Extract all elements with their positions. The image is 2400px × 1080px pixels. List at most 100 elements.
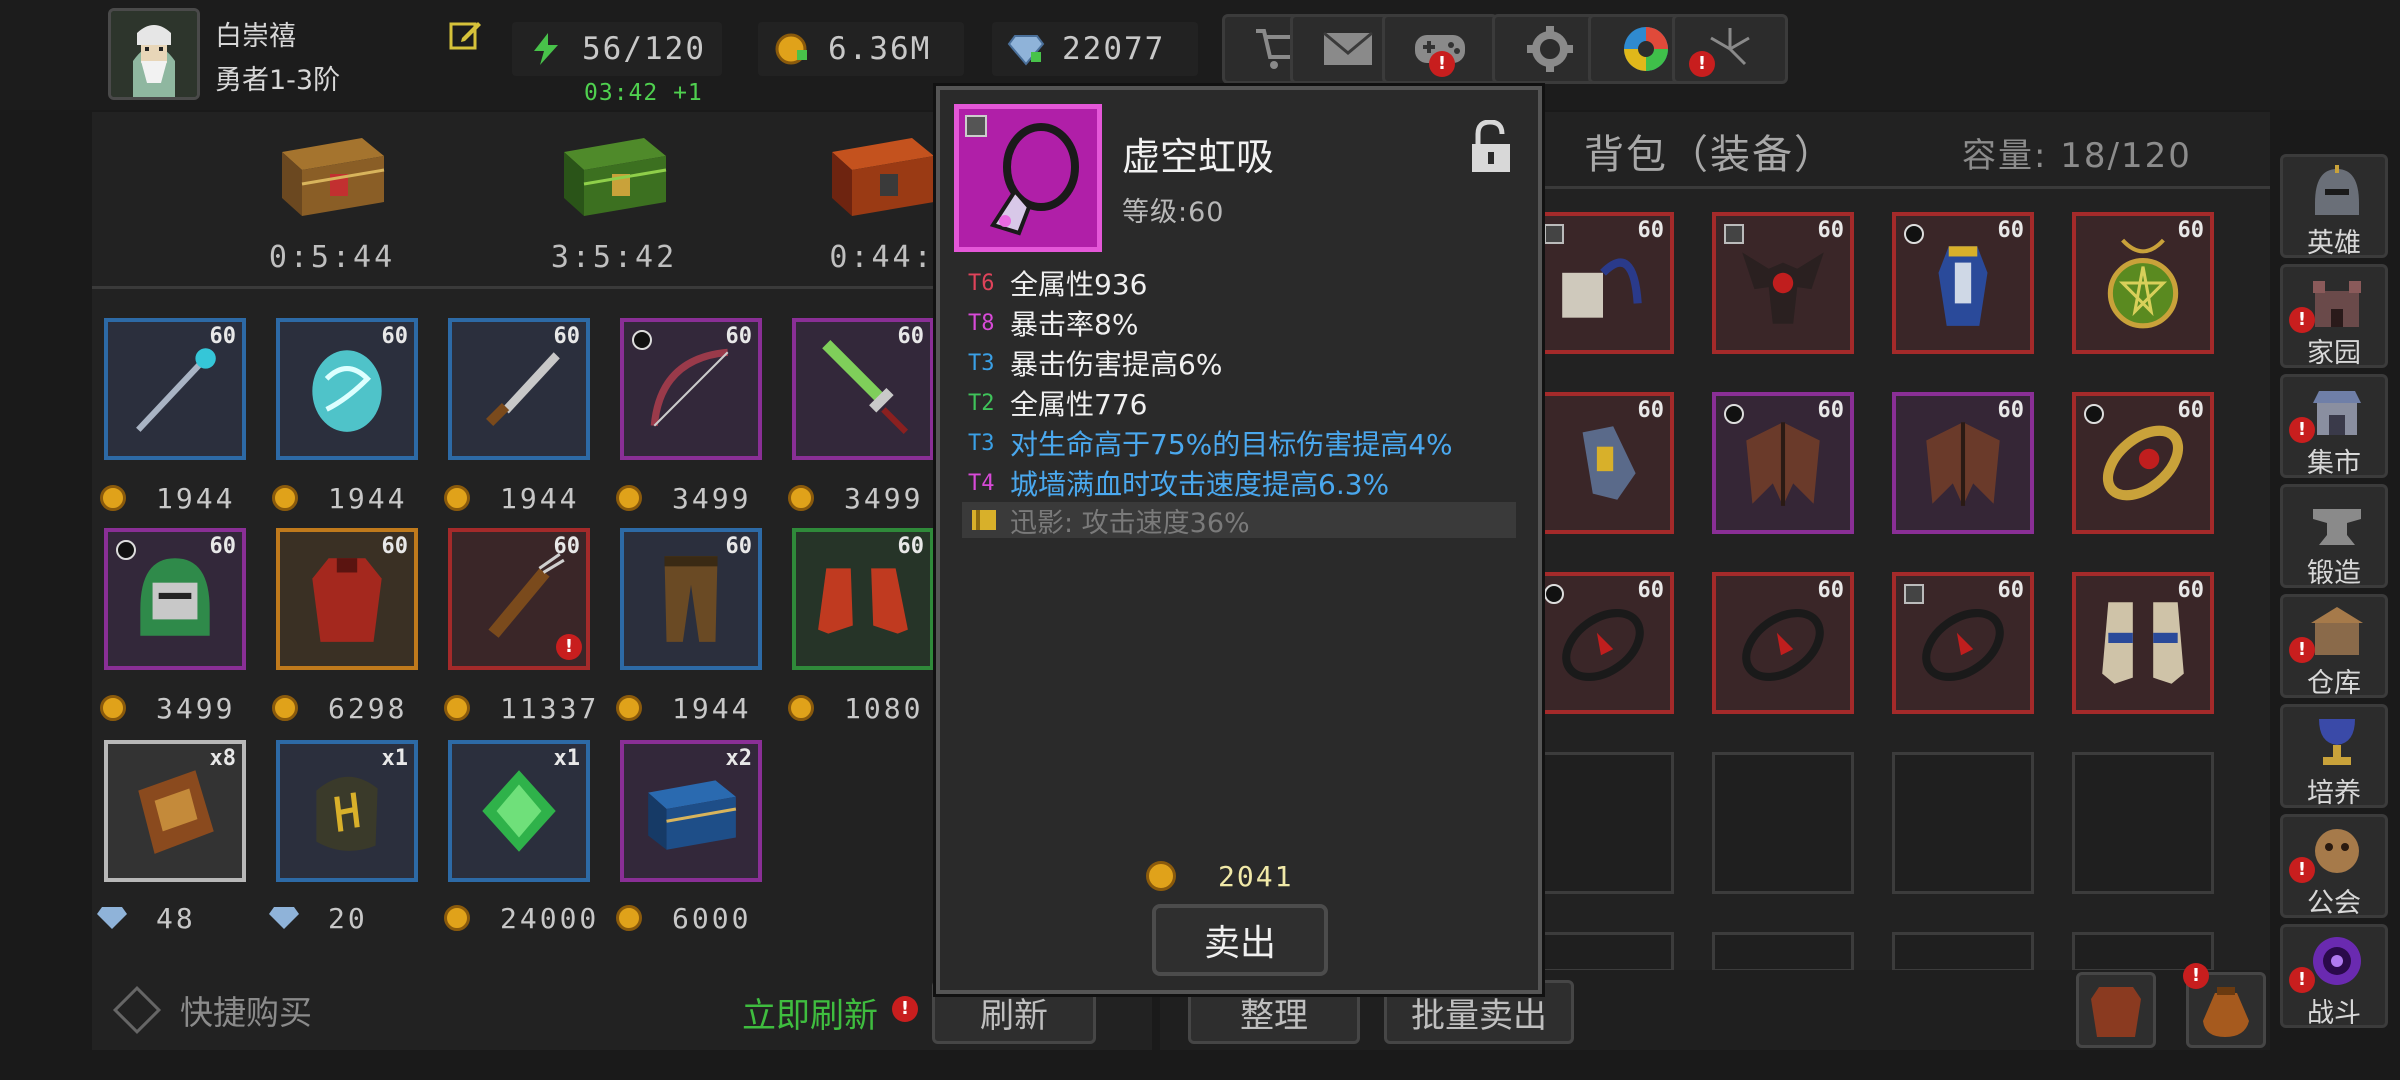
item-icon-frame <box>954 104 1102 252</box>
lightning-icon <box>526 29 566 69</box>
nav-alert-badge: ! <box>2289 637 2315 663</box>
whip-ring-icon <box>1562 609 1644 682</box>
gear-icon <box>1521 24 1579 74</box>
shop-item-dagger[interactable]: 60 <box>448 318 590 460</box>
edit-name-icon[interactable] <box>448 18 482 52</box>
nav-hero[interactable]: 英雄 <box>2280 154 2388 259</box>
shop-item-pants[interactable]: 60 <box>620 528 762 670</box>
nav-label: 战斗 <box>2307 998 2361 1029</box>
affix-row: T3 对生命高于75%的目标伤害提高4% <box>968 424 1453 462</box>
shop-price: 1944 <box>616 690 751 726</box>
sell-button[interactable]: 卖出 <box>1152 904 1328 976</box>
shop-item-book[interactable]: x8 <box>104 740 246 882</box>
bag-item-ring[interactable]: 60 <box>2072 392 2214 534</box>
bag-item-whip-2[interactable]: 60 <box>1712 572 1854 714</box>
bag-item-cloak-1[interactable]: 60 <box>1712 392 1854 534</box>
nav-warehouse[interactable]: ! 仓库 <box>2280 594 2388 699</box>
bow-icon <box>650 348 729 427</box>
equipment-filter-button[interactable] <box>2076 972 2156 1048</box>
shop-item-bow[interactable]: 60 <box>620 318 762 460</box>
nav-label: 锻造 <box>2307 558 2361 589</box>
pentagram-amulet-icon <box>2107 238 2179 329</box>
nav-guild[interactable]: ! 公会 <box>2280 814 2388 919</box>
chest-timer: 0:44: <box>829 240 935 275</box>
gauntlet-icon <box>1582 426 1636 500</box>
bag-item-cloak-2[interactable]: 60 <box>1892 392 2034 534</box>
refresh-now-link[interactable]: 立即刷新 <box>742 988 878 1037</box>
gold-bracer-icon <box>2102 425 2184 501</box>
red-robe-icon <box>312 558 382 642</box>
chest-flame[interactable]: 0:44: <box>812 122 952 275</box>
unlock-icon[interactable] <box>1468 119 1514 174</box>
shop-item-sword[interactable]: 60 <box>792 318 934 460</box>
shop-item-helmet[interactable]: 60 <box>104 528 246 670</box>
shop-item-robe[interactable]: 60 <box>276 528 418 670</box>
chest-wooden[interactable]: 0:5:44 <box>262 122 402 275</box>
quick-buy-toggle[interactable]: 快捷购买 <box>112 970 312 1050</box>
gold-coin-icon <box>272 695 298 721</box>
bag-slot-empty[interactable] <box>2072 752 2214 894</box>
events-button[interactable]: ! <box>1672 14 1788 84</box>
shop-price: 24000 <box>444 900 599 936</box>
nav-alert-badge: ! <box>2289 307 2315 333</box>
bag-slot-empty[interactable] <box>1712 752 1854 894</box>
refresh-alert-badge: ! <box>892 996 918 1022</box>
shop-price: 11337 <box>444 690 599 726</box>
bag-item-mace[interactable]: 60 <box>1532 212 1674 354</box>
bag-slot-empty[interactable] <box>1532 932 1674 972</box>
price-value: 3499 <box>156 691 236 725</box>
bag-item-statue[interactable]: 60 <box>1892 212 2034 354</box>
chalice-icon <box>2319 719 2355 765</box>
price-value: 6298 <box>328 691 408 725</box>
affix-text: 暴击伤害提高6% <box>1010 348 1223 381</box>
bag-item-armor[interactable]: 60 <box>1712 212 1854 354</box>
affix-text: 全属性776 <box>1010 388 1148 421</box>
gem-value: 22077 <box>1062 31 1166 67</box>
bag-item-whip-3[interactable]: 60 <box>1892 572 2034 714</box>
bag-slot-empty[interactable] <box>1712 932 1854 972</box>
winged-cloak-icon <box>1746 422 1820 506</box>
bag-slot-empty[interactable] <box>1892 932 2034 972</box>
gold-coin-icon <box>788 485 814 511</box>
energy-value: 56/120 <box>582 31 706 67</box>
chest-jade[interactable]: 3:5:42 <box>544 122 684 275</box>
nav-forge[interactable]: 锻造 <box>2280 484 2388 589</box>
price-value: 1944 <box>500 481 580 515</box>
shop-item-quiver[interactable]: 60 ! <box>448 528 590 670</box>
shop-item-rune[interactable]: x1 <box>276 740 418 882</box>
price-value: 11337 <box>500 691 600 725</box>
shop-item-boots[interactable]: 60 <box>792 528 934 670</box>
nav-label: 集市 <box>2307 448 2361 479</box>
gold-coin-icon <box>788 695 814 721</box>
bag-item-greaves[interactable]: 60 <box>2072 572 2214 714</box>
bag-slot-empty[interactable] <box>1532 752 1674 894</box>
shop-item-staff[interactable]: 60 <box>104 318 246 460</box>
shop-item-chest[interactable]: x2 <box>620 740 762 882</box>
gamepad-button[interactable]: ! <box>1382 14 1498 84</box>
bag-item-amulet[interactable]: 60 <box>2072 212 2214 354</box>
price-value: 48 <box>156 901 196 935</box>
blue-chest-icon <box>648 780 737 850</box>
pouch-alert-badge: ! <box>2183 963 2209 989</box>
gold-coin-icon <box>772 29 812 69</box>
pouch-button[interactable]: ! <box>2183 963 2266 1048</box>
nav-label: 培养 <box>2307 778 2361 809</box>
chest-timer: 3:5:42 <box>550 240 678 275</box>
affix-row: T6 全属性936 <box>968 264 1147 302</box>
nav-home[interactable]: ! 家园 <box>2280 264 2388 369</box>
nav-label: 公会 <box>2307 888 2361 919</box>
knight-helmet-icon <box>140 558 210 636</box>
blue-robe-icon <box>1938 246 1988 326</box>
shop-item-orb[interactable]: 60 <box>276 318 418 460</box>
nav-cultivate[interactable]: 培养 <box>2280 704 2388 809</box>
bag-title: 背包（装备） <box>1584 132 1836 178</box>
shop-item-emerald[interactable]: x1 <box>448 740 590 882</box>
bag-item-gauntlet[interactable]: 60 <box>1532 392 1674 534</box>
bag-slot-empty[interactable] <box>1892 752 2034 894</box>
nav-market[interactable]: ! 集市 <box>2280 374 2388 479</box>
price-value: 3499 <box>672 481 752 515</box>
energy-counter: 56/120 <box>512 22 722 76</box>
nav-battle[interactable]: ! 战斗 <box>2280 924 2388 1029</box>
bag-item-whip-1[interactable]: 60 <box>1532 572 1674 714</box>
player-avatar[interactable] <box>108 8 200 100</box>
